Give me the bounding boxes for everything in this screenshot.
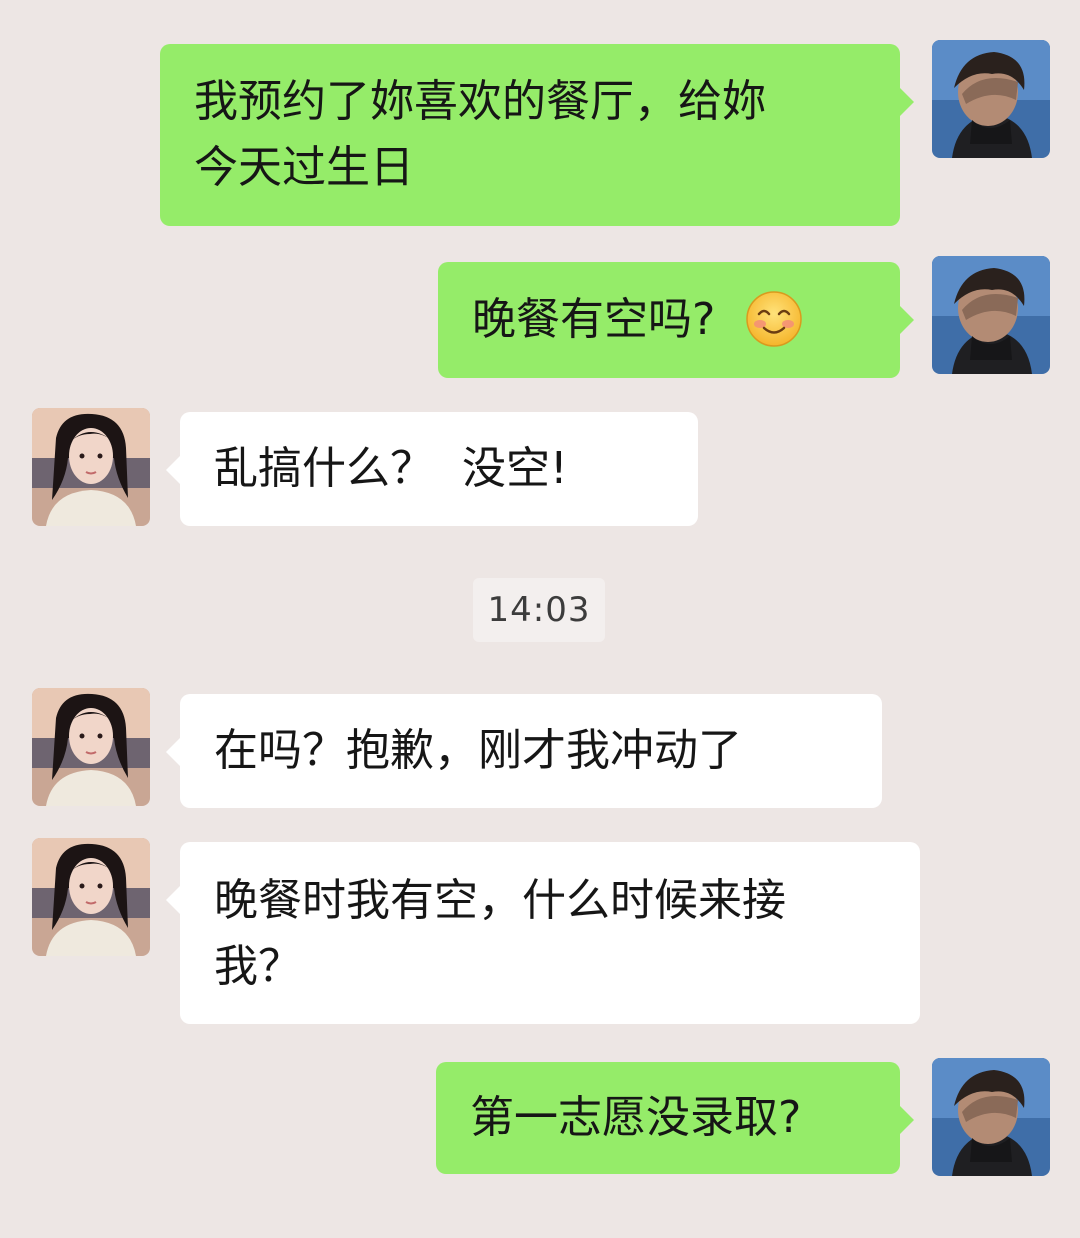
incoming-message-bubble[interactable]: 晚餐时我有空，什么时候来接 我？ bbox=[166, 842, 920, 1024]
self-avatar[interactable] bbox=[932, 1058, 1050, 1176]
timestamp: 14:03 bbox=[473, 578, 605, 642]
outgoing-message-bubble[interactable]: 第一志愿没录取? bbox=[436, 1062, 914, 1174]
man-portrait-icon bbox=[932, 1058, 1050, 1176]
contact-avatar[interactable] bbox=[32, 838, 150, 956]
self-avatar[interactable] bbox=[932, 40, 1050, 158]
outgoing-message-bubble[interactable]: 我预约了妳喜欢的餐厅，给妳 今天过生日 bbox=[160, 44, 914, 226]
incoming-message-bubble[interactable]: 在吗？抱歉，刚才我冲动了 bbox=[166, 694, 882, 808]
contact-avatar[interactable] bbox=[32, 408, 150, 526]
man-portrait-icon bbox=[932, 256, 1050, 374]
contact-avatar[interactable] bbox=[32, 688, 150, 806]
woman-portrait-icon bbox=[32, 688, 150, 806]
incoming-message-bubble[interactable]: 乱搞什么？ 没空! bbox=[166, 412, 698, 526]
woman-portrait-icon bbox=[32, 408, 150, 526]
message-text: 在吗？抱歉，刚才我冲动了 bbox=[214, 725, 742, 776]
man-portrait-icon bbox=[932, 40, 1050, 158]
message-text: 第一志愿没录取? bbox=[470, 1092, 802, 1143]
woman-portrait-icon bbox=[32, 838, 150, 956]
message-line: 晚餐时我有空，什么时候来接 bbox=[214, 875, 786, 926]
smiling-face-icon bbox=[746, 291, 803, 347]
message-line: 我？ bbox=[214, 941, 302, 992]
outgoing-message-bubble[interactable]: 晚餐有空吗? bbox=[438, 262, 914, 378]
message-text: 晚餐有空吗? bbox=[472, 294, 716, 345]
message-line: 我预约了妳喜欢的餐厅，给妳 bbox=[194, 76, 766, 127]
chat-area: 我预约了妳喜欢的餐厅，给妳 今天过生日 晚餐有空吗? 乱搞什么？ 没空! 14:… bbox=[0, 0, 1080, 1238]
self-avatar[interactable] bbox=[932, 256, 1050, 374]
message-text: 乱搞什么？ 没空! bbox=[214, 443, 568, 494]
message-line: 今天过生日 bbox=[194, 142, 414, 193]
